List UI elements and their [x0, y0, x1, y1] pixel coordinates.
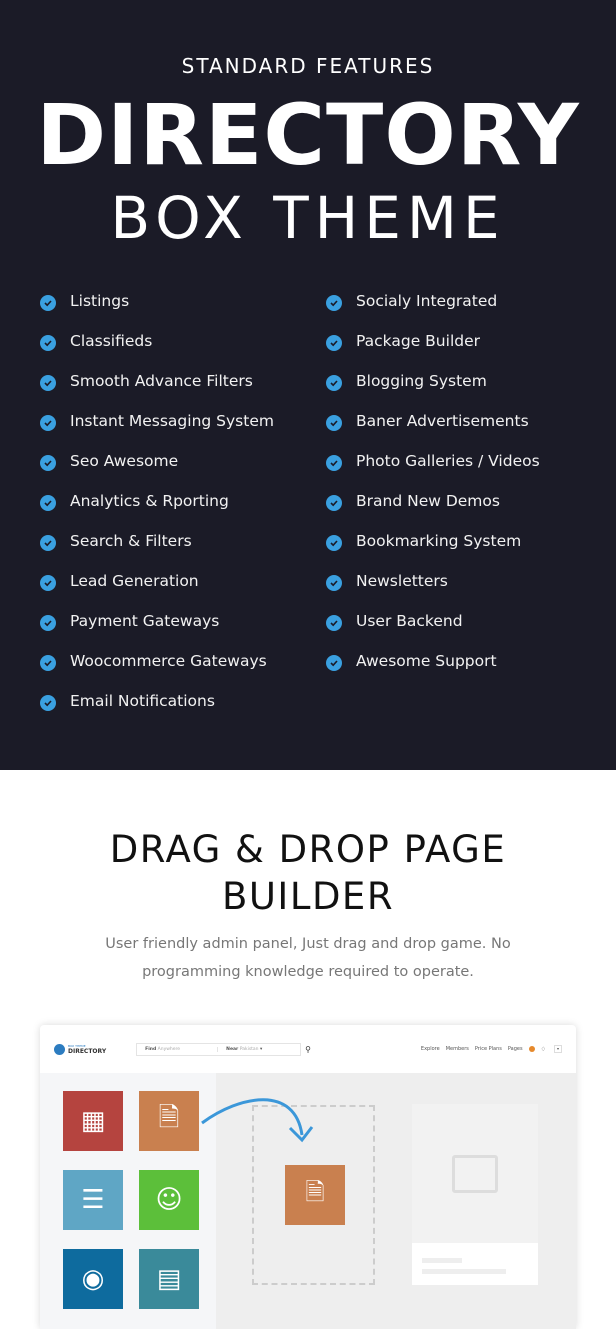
check-icon — [40, 295, 56, 311]
check-icon — [326, 375, 342, 391]
feature-item: Package Builder — [326, 332, 540, 372]
features-left-list: Listings Classifieds Smooth Advance Filter… — [40, 292, 274, 732]
image-placeholder-icon — [412, 1104, 538, 1243]
feature-label: Payment Gateways — [70, 612, 220, 630]
check-icon — [40, 415, 56, 431]
feature-label: Brand New Demos — [356, 492, 500, 510]
check-icon — [326, 335, 342, 351]
feature-label: Search & Filters — [70, 532, 192, 550]
section-subtitle: STANDARD FEATURES — [181, 54, 435, 78]
feature-item: Seo Awesome — [40, 452, 274, 492]
preview-card — [412, 1104, 538, 1285]
feature-label: Listings — [70, 292, 130, 310]
feature-label: Photo Galleries / Videos — [356, 452, 540, 470]
feature-label: Newsletters — [356, 572, 448, 590]
feature-label: Socialy Integrated — [356, 292, 498, 310]
check-icon — [40, 375, 56, 391]
feature-label: Baner Advertisements — [356, 412, 529, 430]
check-icon — [326, 535, 342, 551]
feature-item: Analytics & Rporting — [40, 492, 274, 532]
feature-label: Awesome Support — [356, 652, 497, 670]
feature-item: Newsletters — [326, 572, 540, 612]
features-section: STANDARD FEATURES DIRECTORY BOX THEME Li… — [0, 0, 616, 770]
feature-item: Listings — [40, 292, 274, 332]
feature-label: Analytics & Rporting — [70, 492, 229, 510]
feature-item: Instant Messaging System — [40, 412, 274, 452]
feature-item: User Backend — [326, 612, 540, 652]
check-icon — [40, 455, 56, 471]
feature-item: Photo Galleries / Videos — [326, 452, 540, 492]
feature-item: Bookmarking System — [326, 532, 540, 572]
builder-title-line: BUILDER — [221, 875, 395, 918]
check-icon — [40, 535, 56, 551]
feature-item: Baner Advertisements — [326, 412, 540, 452]
feature-item: Classifieds — [40, 332, 274, 372]
check-icon — [326, 655, 342, 671]
desc-line: programming knowledge required to operat… — [142, 964, 474, 980]
check-icon — [326, 615, 342, 631]
hero-title-2: BOX THEME — [110, 184, 506, 252]
feature-label: Blogging System — [356, 372, 487, 390]
check-icon — [326, 575, 342, 591]
feature-label: Lead Generation — [70, 572, 199, 590]
hero-title: DIRECTORY — [36, 86, 580, 184]
feature-label: Instant Messaging System — [70, 412, 274, 430]
feature-label: User Backend — [356, 612, 463, 630]
feature-item: Email Notifications — [40, 692, 274, 732]
feature-item: Payment Gateways — [40, 612, 274, 652]
check-icon — [326, 455, 342, 471]
feature-label: Woocommerce Gateways — [70, 652, 267, 670]
feature-item: Awesome Support — [326, 652, 540, 692]
features-right-list: Socialy Integrated Package Builder Bloggin… — [326, 292, 540, 692]
builder-description: User friendly admin panel, Just drag and… — [0, 930, 616, 986]
desc-line: User friendly admin panel, Just drag and… — [105, 936, 511, 952]
check-icon — [40, 695, 56, 711]
feature-label: Classifieds — [70, 332, 153, 350]
check-icon — [326, 415, 342, 431]
feature-item: Brand New Demos — [326, 492, 540, 532]
check-icon — [40, 495, 56, 511]
feature-item: Search & Filters — [40, 532, 274, 572]
feature-label: Bookmarking System — [356, 532, 522, 550]
feature-item: Blogging System — [326, 372, 540, 412]
feature-label: Smooth Advance Filters — [70, 372, 253, 390]
feature-item: Woocommerce Gateways — [40, 652, 274, 692]
check-icon — [40, 575, 56, 591]
feature-item: Smooth Advance Filters — [40, 372, 274, 412]
check-icon — [326, 495, 342, 511]
check-icon — [40, 615, 56, 631]
feature-label: Seo Awesome — [70, 452, 179, 470]
builder-title: DRAG & DROP PAGE BUILDER — [0, 826, 616, 920]
builder-mockup: BOX THEME DIRECTORY Find Anywhere Near Pa… — [40, 1025, 576, 1329]
builder-title-line: DRAG & DROP PAGE — [109, 828, 507, 871]
check-icon — [40, 655, 56, 671]
feature-label: Package Builder — [356, 332, 480, 350]
feature-label: Email Notifications — [70, 692, 215, 710]
check-icon — [326, 295, 342, 311]
feature-item: Socialy Integrated — [326, 292, 540, 332]
check-icon — [40, 335, 56, 351]
feature-item: Lead Generation — [40, 572, 274, 612]
